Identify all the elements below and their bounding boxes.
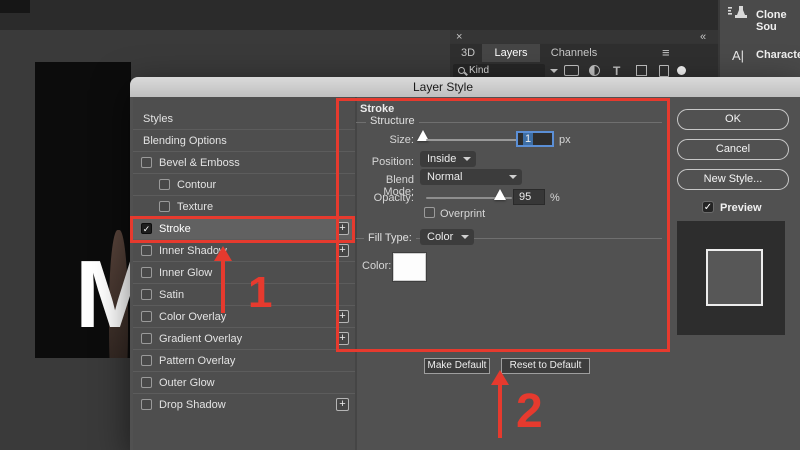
sidebar-item-blending-options[interactable]: Blending Options bbox=[133, 130, 355, 152]
sidebar-item-bevel-emboss[interactable]: Bevel & Emboss bbox=[133, 152, 355, 174]
cancel-button[interactable]: Cancel bbox=[677, 139, 789, 160]
add-effect-button[interactable]: + bbox=[336, 398, 349, 411]
annotation-step-2: 2 bbox=[516, 384, 543, 439]
tab-channels[interactable]: Channels bbox=[540, 44, 608, 62]
right-dock-panel: Clone Sou A| Characte bbox=[718, 0, 800, 78]
clone-source-icon[interactable] bbox=[728, 5, 750, 28]
new-style-button[interactable]: New Style... bbox=[677, 169, 789, 190]
checkbox[interactable] bbox=[141, 333, 152, 344]
chevron-down-icon[interactable] bbox=[550, 69, 558, 73]
checkbox[interactable] bbox=[141, 311, 152, 322]
sidebar-item-inner-shadow[interactable]: Inner Shadow+ bbox=[133, 240, 355, 262]
checkbox[interactable] bbox=[141, 289, 152, 300]
filter-kind-label: Kind bbox=[469, 65, 489, 77]
annotation-arrow2-head bbox=[491, 370, 509, 385]
ok-button[interactable]: OK bbox=[677, 109, 789, 130]
sidebar-item-pattern-overlay[interactable]: Pattern Overlay bbox=[133, 350, 355, 372]
annotation-arrow1-head bbox=[214, 246, 232, 261]
filter-adjustment-icon[interactable] bbox=[589, 65, 600, 76]
preview-stroke-square bbox=[706, 249, 763, 306]
filter-shape-icon[interactable] bbox=[636, 65, 647, 76]
styles-sidebar: Styles Blending Options Bevel & Emboss C… bbox=[133, 97, 355, 450]
sidebar-item-outer-glow[interactable]: Outer Glow bbox=[133, 372, 355, 394]
annotation-arrow1-shaft bbox=[221, 260, 225, 313]
filter-smartobject-icon[interactable] bbox=[659, 65, 669, 77]
collapse-icon[interactable]: « bbox=[700, 30, 706, 44]
dock-item-clone-source[interactable]: Clone Sou bbox=[756, 9, 800, 33]
layers-panel-header: × « bbox=[450, 30, 718, 44]
dock-item-character[interactable]: Characte bbox=[756, 49, 800, 61]
menu-chip bbox=[0, 0, 30, 13]
sidebar-item-satin[interactable]: Satin bbox=[133, 284, 355, 306]
layers-panel-tabs: 3D Layers Channels ≡ bbox=[450, 44, 718, 62]
sidebar-item-color-overlay[interactable]: Color Overlay+ bbox=[133, 306, 355, 328]
annotation-arrow2-shaft bbox=[498, 384, 502, 438]
sidebar-item-drop-shadow[interactable]: Drop Shadow+ bbox=[133, 394, 355, 416]
dialog-title: Layer Style bbox=[130, 77, 800, 97]
screenshot-root: M × « 3D Layers Channels ≡ Kind T bbox=[0, 0, 800, 450]
filter-pixel-icon[interactable] bbox=[564, 65, 579, 76]
search-icon-stem bbox=[464, 72, 468, 76]
sidebar-item-inner-glow[interactable]: Inner Glow bbox=[133, 262, 355, 284]
checkbox[interactable] bbox=[159, 179, 170, 190]
filter-type-icon[interactable]: T bbox=[613, 65, 620, 77]
checkbox[interactable] bbox=[141, 157, 152, 168]
checkbox[interactable] bbox=[141, 355, 152, 366]
sidebar-item-styles[interactable]: Styles bbox=[133, 108, 355, 130]
preview-thumbnail bbox=[677, 221, 785, 335]
tab-layers[interactable]: Layers bbox=[482, 44, 540, 62]
tab-3d[interactable]: 3D bbox=[454, 44, 482, 62]
sidebar-item-gradient-overlay[interactable]: Gradient Overlay+ bbox=[133, 328, 355, 350]
make-default-button[interactable]: Make Default bbox=[424, 358, 490, 374]
panel-menu-icon[interactable]: ≡ bbox=[662, 45, 670, 60]
dialog-titlebar[interactable]: Layer Style bbox=[130, 77, 800, 97]
filter-toggle-icon[interactable] bbox=[677, 66, 686, 75]
preview-label: Preview bbox=[720, 202, 762, 214]
checkbox[interactable] bbox=[141, 267, 152, 278]
app-top-strip bbox=[0, 0, 718, 30]
sidebar-item-contour[interactable]: Contour bbox=[133, 174, 355, 196]
checkbox[interactable] bbox=[141, 245, 152, 256]
annotation-box-stroke-item bbox=[130, 216, 355, 243]
layers-panel: × « 3D Layers Channels ≡ Kind T bbox=[450, 30, 718, 80]
close-icon[interactable]: × bbox=[456, 30, 462, 44]
document-canvas: M bbox=[35, 62, 131, 358]
reset-to-default-button[interactable]: Reset to Default bbox=[501, 358, 590, 374]
annotation-box-stroke-panel bbox=[336, 98, 670, 352]
character-icon: A| bbox=[732, 48, 744, 63]
checkbox[interactable] bbox=[141, 377, 152, 388]
annotation-step-1: 1 bbox=[248, 268, 272, 318]
checkbox[interactable] bbox=[141, 399, 152, 410]
preview-checkbox[interactable]: ✓ bbox=[702, 201, 714, 213]
filter-kind-select[interactable]: Kind bbox=[453, 64, 545, 78]
checkbox[interactable] bbox=[159, 201, 170, 212]
sidebar-item-texture[interactable]: Texture bbox=[133, 196, 355, 218]
canvas-text: M bbox=[75, 247, 131, 343]
